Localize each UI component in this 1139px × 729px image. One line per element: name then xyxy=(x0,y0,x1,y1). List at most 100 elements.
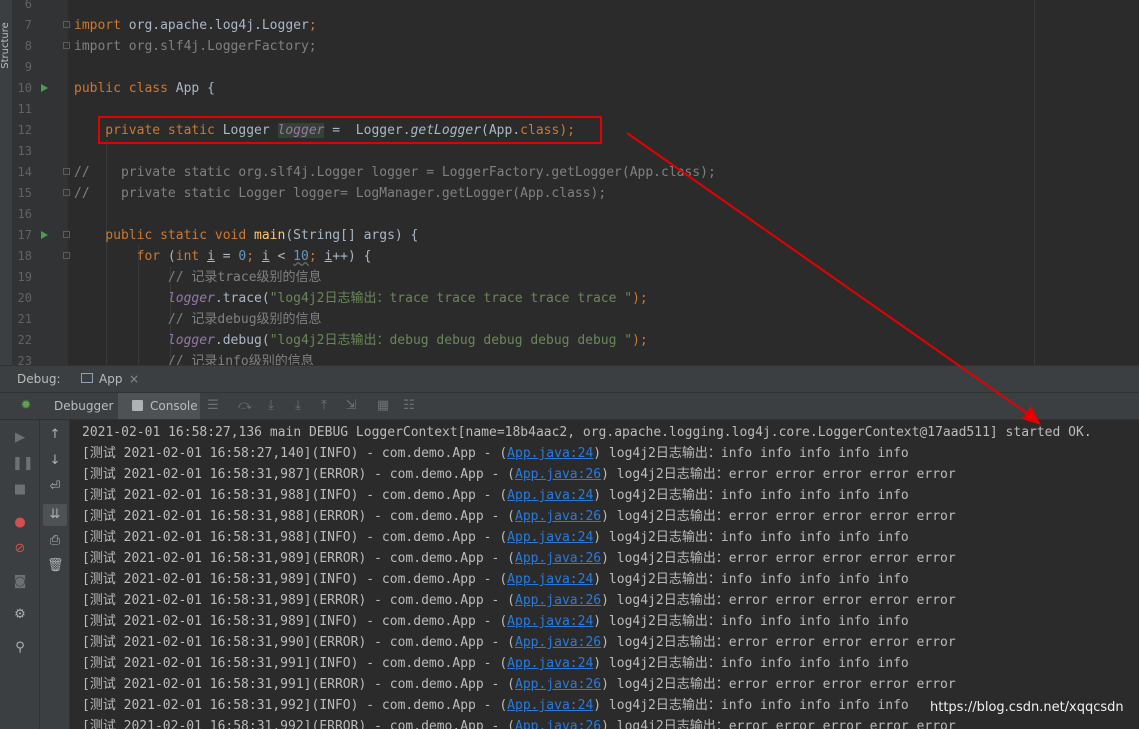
arrow-down-icon[interactable]: ↓ xyxy=(47,452,63,470)
source-link[interactable]: App.java:24 xyxy=(507,488,593,503)
code-token: ++) { xyxy=(332,249,372,264)
line-number: 23 xyxy=(17,354,32,365)
source-link[interactable]: App.java:24 xyxy=(507,446,593,461)
scroll-to-end-icon[interactable]: ⇊ xyxy=(47,506,63,524)
code-line[interactable]: 14 // private static org.slf4j.Logger log… xyxy=(0,162,1139,183)
bug-icon: ✹ xyxy=(20,398,32,413)
fold-marker-icon[interactable] xyxy=(63,231,70,238)
camera-icon[interactable]: ◙ xyxy=(12,573,28,591)
console-log-line: [测试 2021-02-01 16:58:31,989](ERROR) - co… xyxy=(82,548,956,569)
code-line[interactable]: 6 xyxy=(0,0,1139,15)
step-over-icon[interactable]: ⤓ xyxy=(263,397,279,415)
source-link[interactable]: App.java:26 xyxy=(515,467,601,482)
line-number: 10 xyxy=(17,81,32,95)
stop-icon[interactable]: ■ xyxy=(12,481,28,499)
code-line[interactable]: 18 for (int i = 0; i < 10; i++) { xyxy=(0,246,1139,267)
code-token: "log4j2日志输出：trace trace trace trace trac… xyxy=(269,291,633,306)
log-message: ) log4j2日志输出：error error error error err… xyxy=(601,719,956,729)
code-line[interactable]: 20 logger.trace("log4j2日志输出：trace trace … xyxy=(0,288,1139,309)
arrow-up-icon[interactable]: ↑ xyxy=(47,426,63,444)
source-link[interactable]: App.java:26 xyxy=(515,719,601,729)
code-token: main xyxy=(254,228,286,243)
console-log-line: [测试 2021-02-01 16:58:31,988](INFO) - com… xyxy=(82,485,909,506)
source-link[interactable]: App.java:24 xyxy=(507,530,593,545)
log-message: ) log4j2日志输出：error error error error err… xyxy=(601,677,956,692)
log-prefix: [测试 2021-02-01 16:58:31,990](ERROR) - co… xyxy=(82,635,515,650)
code-line[interactable]: 8 import org.slf4j.LoggerFactory; xyxy=(0,36,1139,57)
log-message: ) log4j2日志输出：error error error error err… xyxy=(601,551,956,566)
trash-icon[interactable]: 🗑 xyxy=(47,557,64,575)
rerun-icon[interactable]: ▶ xyxy=(12,429,28,447)
show-execution-point-icon[interactable]: ⤼ xyxy=(237,397,253,415)
step-out-icon[interactable]: ⤒ xyxy=(316,397,332,415)
pause-icon[interactable]: ❚❚ xyxy=(12,455,34,473)
run-to-cursor-icon[interactable]: ⇲ xyxy=(343,397,359,415)
source-link[interactable]: App.java:26 xyxy=(515,677,601,692)
evaluate-expression-icon[interactable]: ▦ xyxy=(375,397,391,415)
code-token: .trace( xyxy=(214,291,270,306)
code-line[interactable]: 7 import org.apache.log4j.Logger; xyxy=(0,15,1139,36)
source-link[interactable]: App.java:26 xyxy=(515,593,601,608)
run-gutter-icon[interactable] xyxy=(41,84,48,92)
pin-icon[interactable]: ⚲ xyxy=(12,639,28,657)
code-line[interactable]: 10 public class App { xyxy=(0,78,1139,99)
code-line[interactable]: 16 xyxy=(0,204,1139,225)
code-token: // private static org.slf4j.Logger logge… xyxy=(74,165,716,180)
code-line[interactable]: 19 // 记录trace级别的信息 xyxy=(0,267,1139,288)
code-editor[interactable]: Structure 6 7 import org.apache.log4j.Logg… xyxy=(0,0,1139,365)
code-line[interactable]: 9 xyxy=(0,57,1139,78)
code-line[interactable]: 23 // 记录info级别的信息 xyxy=(0,351,1139,365)
line-number: 7 xyxy=(24,18,32,32)
line-number: 20 xyxy=(17,291,32,305)
line-number: 13 xyxy=(17,144,32,158)
code-line[interactable]: 21 // 记录debug级别的信息 xyxy=(0,309,1139,330)
fold-marker-icon[interactable] xyxy=(63,42,70,49)
fold-marker-icon[interactable] xyxy=(63,252,70,259)
code-line[interactable]: 13 xyxy=(0,141,1139,162)
code-line[interactable]: 17 public static void main(String[] args… xyxy=(0,225,1139,246)
log-message: ) log4j2日志输出：info info info info info xyxy=(593,530,909,545)
source-link[interactable]: App.java:26 xyxy=(515,635,601,650)
trace-icon[interactable]: ☷ xyxy=(401,397,417,415)
code-text: // 记录trace级别的信息 xyxy=(74,267,322,288)
source-link[interactable]: App.java:26 xyxy=(515,509,601,524)
tab-console[interactable]: Console xyxy=(118,393,200,419)
run-gutter-icon[interactable] xyxy=(41,231,48,239)
view-breakpoints-icon[interactable]: ● xyxy=(12,514,28,532)
fold-marker-icon[interactable] xyxy=(63,189,70,196)
print-icon[interactable]: ⎙ xyxy=(47,532,63,550)
fold-marker-icon[interactable] xyxy=(63,21,70,28)
mute-breakpoints-icon[interactable]: ⊘ xyxy=(12,540,28,558)
code-line[interactable]: 15 // private static Logger logger= LogMa… xyxy=(0,183,1139,204)
debug-actions-rail: ▶ ❚❚ ■ ● ⊘ ◙ ⚙ ⚲ xyxy=(0,420,40,729)
code-token: // private static Logger logger= LogMana… xyxy=(74,186,607,201)
tab-debugger[interactable]: Debugger xyxy=(54,393,113,419)
step-into-icon[interactable]: ⤓ xyxy=(290,397,306,415)
line-number: 18 xyxy=(17,249,32,263)
log-message: ) log4j2日志输出：error error error error err… xyxy=(601,635,956,650)
source-link[interactable]: App.java:24 xyxy=(507,698,593,713)
log-prefix: [测试 2021-02-01 16:58:27,140](INFO) - com… xyxy=(82,446,508,461)
console-log-line: [测试 2021-02-01 16:58:31,991](INFO) - com… xyxy=(82,653,909,674)
source-link[interactable]: App.java:24 xyxy=(507,614,593,629)
code-token: // 记录debug级别的信息 xyxy=(74,312,322,327)
close-icon[interactable]: × xyxy=(129,366,139,392)
gear-icon[interactable]: ⚙ xyxy=(12,606,28,624)
code-line[interactable]: 22 logger.debug("log4j2日志输出：debug debug … xyxy=(0,330,1139,351)
console-log-line: [测试 2021-02-01 16:58:31,992](INFO) - com… xyxy=(82,695,909,716)
tab-app[interactable]: App xyxy=(99,366,122,392)
code-token: = xyxy=(214,249,239,264)
source-link[interactable]: App.java:26 xyxy=(515,551,601,566)
line-number: 19 xyxy=(17,270,32,284)
code-text: // private static Logger logger= LogMana… xyxy=(74,183,606,204)
menu-icon[interactable]: ☰ xyxy=(205,397,221,415)
console-output[interactable]: 2021-02-01 16:58:27,136 main DEBUG Logge… xyxy=(70,420,1139,729)
soft-wrap-icon[interactable]: ⏎ xyxy=(47,478,63,496)
code-token: int xyxy=(175,249,208,264)
source-link[interactable]: App.java:24 xyxy=(507,572,593,587)
source-link[interactable]: App.java:24 xyxy=(507,656,593,671)
console-log-line: [测试 2021-02-01 16:58:31,989](INFO) - com… xyxy=(82,569,909,590)
log-prefix: [测试 2021-02-01 16:58:31,989](INFO) - com… xyxy=(82,614,508,629)
fold-marker-icon[interactable] xyxy=(63,168,70,175)
